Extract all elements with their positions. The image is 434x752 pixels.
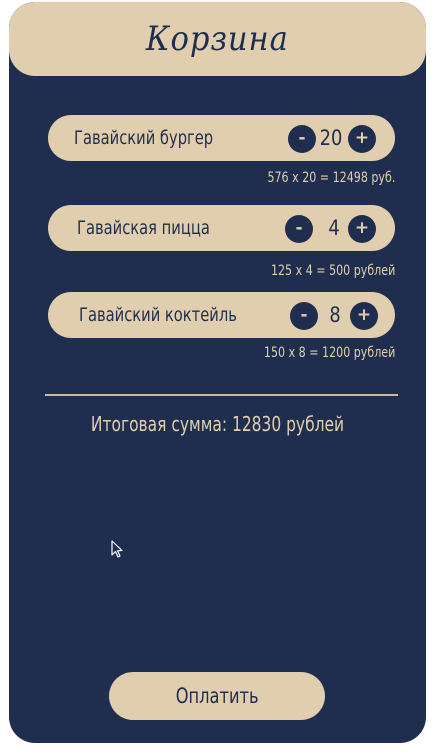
decrease-quantity-button[interactable]: -: [290, 302, 318, 330]
cart-item-cocktail: Гавайский коктейль - 8 +: [48, 292, 395, 338]
item-subtotal: 576 x 20 = 12498 руб.: [267, 170, 395, 186]
item-name: Гавайский коктейль: [79, 304, 237, 326]
increase-quantity-button[interactable]: +: [348, 215, 376, 243]
item-subtotal: 125 x 4 = 500 рублей: [270, 263, 395, 279]
decrease-quantity-button[interactable]: -: [285, 215, 313, 243]
pay-button[interactable]: Оплатить: [109, 672, 325, 720]
cart-header: Корзина: [9, 2, 426, 76]
increase-quantity-button[interactable]: +: [348, 125, 376, 153]
total-sum: Итоговая сумма: 12830 рублей: [90, 412, 345, 436]
item-name: Гавайская пицца: [77, 217, 210, 239]
item-quantity: 20: [319, 126, 343, 150]
item-quantity: 8: [329, 303, 341, 327]
cart-panel: Корзина Гавайский бургер - 20 + 576 x 20…: [9, 2, 426, 743]
cart-item-burger: Гавайский бургер - 20 +: [48, 115, 395, 161]
page-title: Корзина: [146, 19, 289, 59]
pay-button-label: Оплатить: [175, 684, 259, 708]
item-subtotal: 150 x 8 = 1200 рублей: [263, 345, 395, 361]
increase-quantity-button[interactable]: +: [350, 302, 378, 330]
item-quantity: 4: [328, 216, 340, 240]
divider: [45, 394, 398, 396]
decrease-quantity-button[interactable]: -: [288, 125, 316, 153]
item-name: Гавайский бургер: [74, 127, 214, 149]
cart-item-pizza: Гавайская пицца - 4 +: [48, 205, 395, 251]
arrow-cursor-icon: [111, 540, 123, 558]
